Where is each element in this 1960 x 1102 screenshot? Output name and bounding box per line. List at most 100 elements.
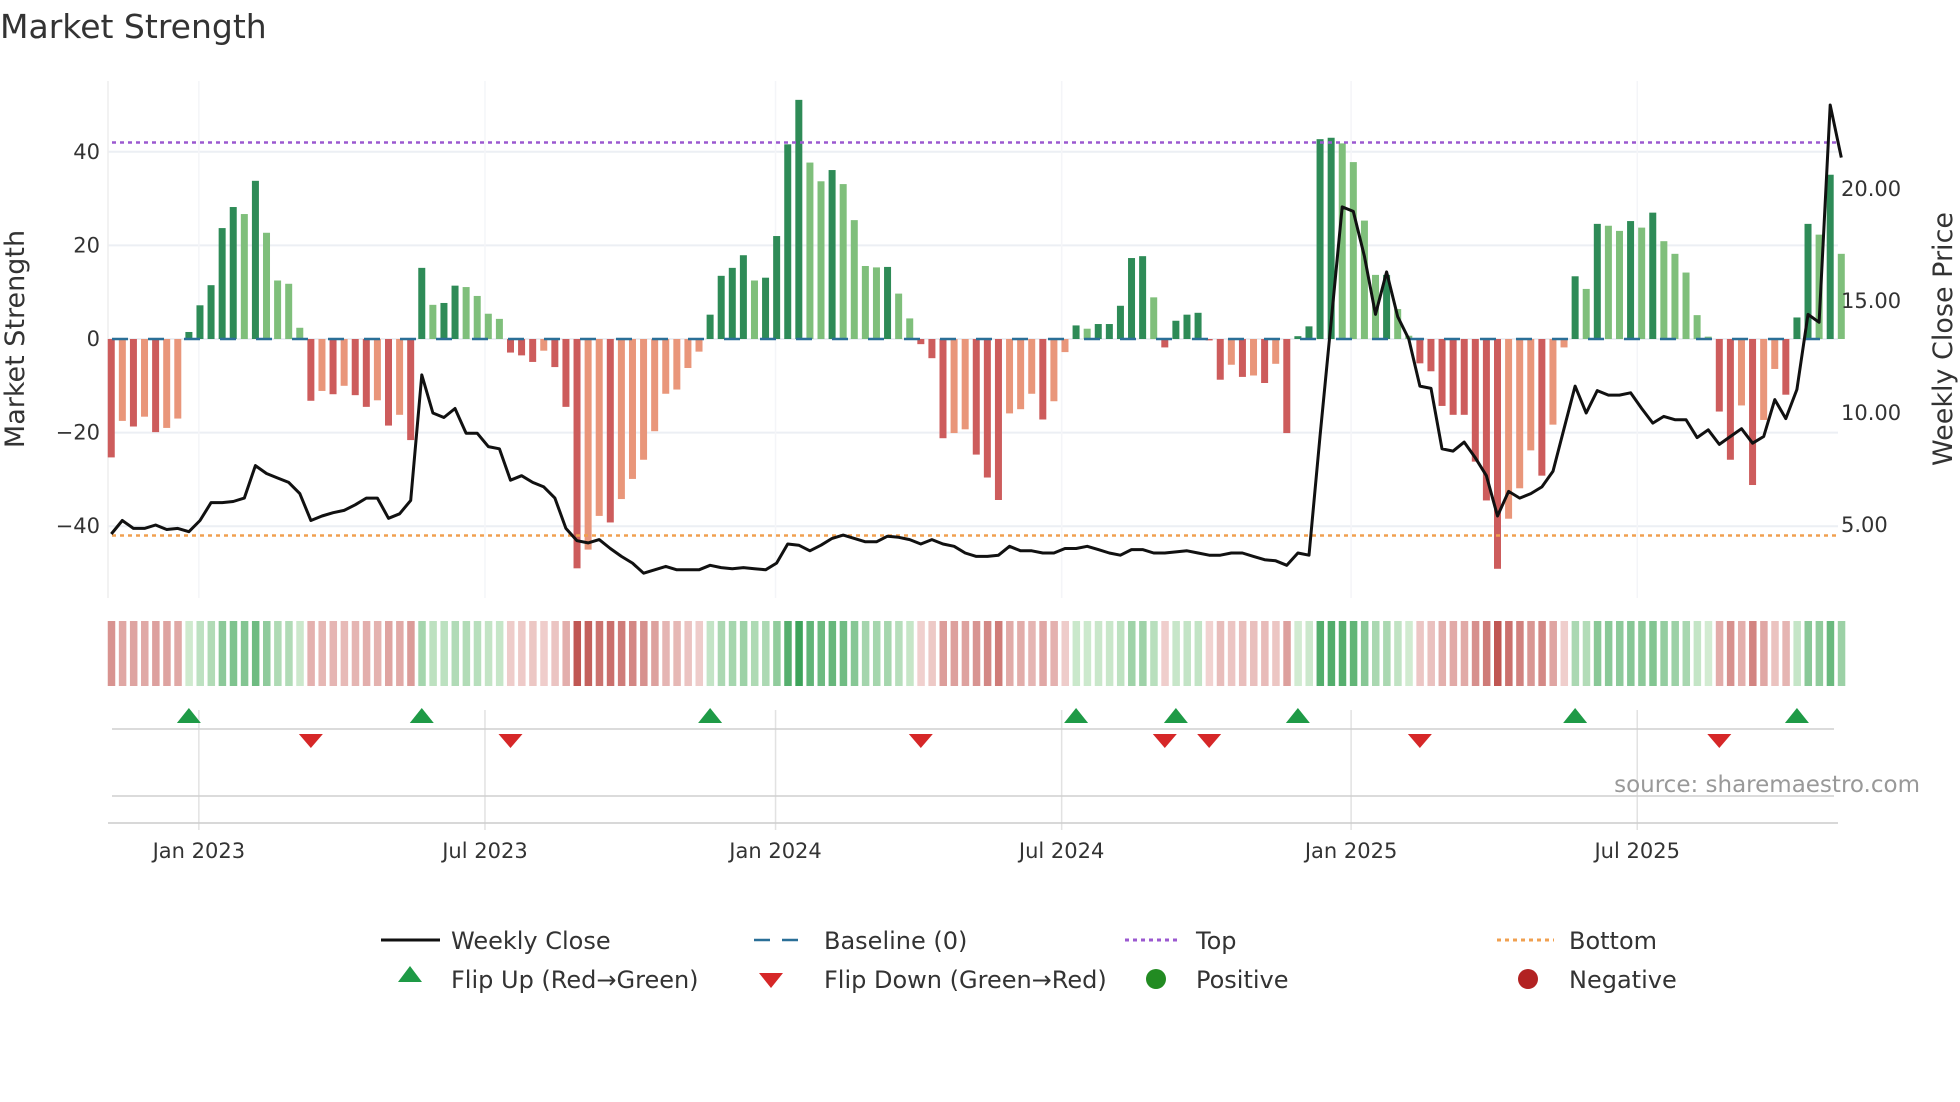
strength-bar — [1527, 339, 1535, 451]
heatmap-cell — [1227, 621, 1236, 686]
strength-bar — [673, 339, 681, 390]
strength-bar — [1194, 312, 1202, 339]
strength-bar — [451, 285, 459, 339]
heatmap-cell — [1261, 621, 1269, 686]
strength-bar — [163, 339, 171, 428]
strength-bar — [961, 339, 969, 430]
heatmap-cell — [540, 621, 548, 686]
strength-bar — [1671, 253, 1679, 339]
heatmap-cell — [1726, 621, 1735, 686]
heatmap-cell — [1571, 621, 1580, 686]
heatmap-cell — [1349, 621, 1358, 686]
heatmap-cell — [728, 621, 737, 686]
heatmap-cell — [662, 621, 670, 686]
heatmap-cell — [218, 621, 227, 686]
strength-bar — [1416, 339, 1424, 364]
y-tick-label-left: 0 — [87, 327, 100, 351]
strength-bar — [1615, 230, 1623, 339]
strength-bar — [1349, 162, 1357, 339]
heatmap-cell — [318, 621, 326, 686]
heatmap-cell — [706, 621, 715, 686]
strength-bar — [628, 339, 636, 479]
strength-bar — [1072, 325, 1080, 339]
heatmap-cell — [839, 621, 848, 686]
x-tick-label: Jan 2025 — [1303, 839, 1398, 863]
strength-bar — [218, 228, 226, 339]
heatmap-cell — [1250, 621, 1258, 686]
heatmap-cell — [606, 621, 615, 686]
strength-bar — [795, 99, 803, 340]
strength-bar — [1283, 339, 1291, 434]
heatmap-cell — [1593, 621, 1602, 686]
strength-bar — [1593, 223, 1601, 339]
strength-bar — [107, 339, 115, 458]
heatmap-cell — [174, 621, 182, 686]
heatmap-cell — [762, 621, 770, 686]
strength-bar — [1715, 339, 1723, 412]
y-tick-label-right: 10.00 — [1841, 401, 1901, 425]
strength-bar — [1061, 339, 1069, 353]
heatmap-cell — [1094, 621, 1103, 686]
strength-bar — [1604, 225, 1612, 339]
strength-bar — [1726, 339, 1734, 460]
heatmap-cell — [1516, 621, 1524, 686]
legend-close-label: Weekly Close — [451, 927, 611, 955]
heatmap-cell — [163, 621, 171, 686]
heatmap-cell — [961, 621, 970, 686]
heatmap-cell — [1183, 621, 1191, 686]
heatmap-cell — [385, 621, 393, 686]
heatmap-cell — [1627, 621, 1635, 686]
heatmap-cell — [1615, 621, 1624, 686]
heatmap-cell — [1671, 621, 1679, 686]
x-tick-label: Jul 2023 — [440, 839, 527, 863]
strength-bar — [1660, 241, 1668, 339]
heatmap-cell — [229, 621, 238, 686]
heatmap-cell — [1527, 621, 1535, 686]
strength-bar — [773, 236, 781, 339]
strength-bar — [1427, 339, 1435, 372]
heatmap-cell — [1394, 621, 1402, 686]
strength-bar — [1826, 174, 1834, 339]
flip-down-marker — [298, 734, 323, 748]
strength-bar — [1749, 339, 1757, 486]
flip-up-marker — [1064, 708, 1089, 723]
flip-markers-panel — [108, 708, 1838, 830]
strength-bar — [1682, 272, 1690, 339]
heatmap-cell — [418, 621, 426, 686]
market-strength-chart: Market Strength 40 20 0 −20 −40 20.00 15.00 10.… — [0, 7, 1959, 994]
strength-bar — [728, 267, 736, 339]
strength-bar — [1028, 339, 1036, 394]
heatmap-cell — [1172, 621, 1180, 686]
heatmap-cell — [1815, 621, 1824, 686]
legend-positive-label: Positive — [1196, 966, 1289, 994]
heatmap-cell — [1139, 621, 1147, 686]
strength-bar — [1128, 258, 1136, 339]
heatmap-cell — [928, 621, 936, 686]
heatmap-cell — [573, 621, 582, 686]
flip-up-marker — [1163, 708, 1188, 723]
strength-bar — [540, 339, 548, 351]
strength-bar — [340, 339, 348, 386]
heatmap-cell — [640, 621, 648, 686]
heatmap-cell — [1749, 621, 1757, 686]
heatmap-cell — [118, 621, 127, 686]
strength-bar — [606, 339, 614, 523]
strength-bar — [1649, 212, 1657, 339]
heatmap-cell — [1704, 621, 1713, 686]
y-tick-label-left: 40 — [73, 140, 100, 164]
strength-heatmap-strip — [107, 621, 1846, 686]
chart-title: Market Strength — [0, 7, 267, 46]
heatmap-cell — [1638, 621, 1646, 686]
heatmap-cell — [994, 621, 1003, 686]
strength-bar — [174, 339, 182, 419]
heatmap-cell — [1737, 621, 1746, 686]
heatmap-cell — [1383, 621, 1391, 686]
strength-bar — [1238, 339, 1246, 377]
heatmap-cell — [518, 621, 526, 686]
strength-bar — [152, 339, 160, 433]
heatmap-cell — [1416, 621, 1424, 686]
heatmap-cell — [983, 621, 992, 686]
strength-bar — [1471, 339, 1479, 462]
flip-up-marker — [1784, 708, 1809, 723]
y-axis-label-left: Market Strength — [0, 230, 31, 448]
